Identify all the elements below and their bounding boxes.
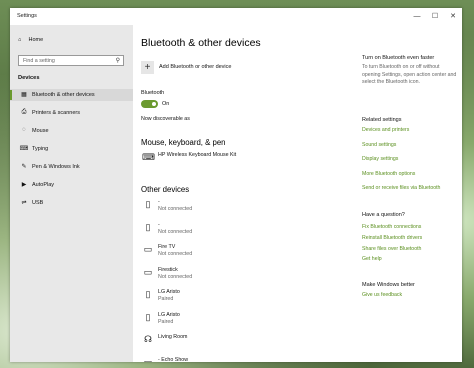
printer-icon: ⎙	[21, 109, 27, 115]
close-button[interactable]: ✕	[446, 11, 460, 22]
device-name: HP Wireless Keyboard Mouse Kit	[158, 152, 237, 158]
help-link[interactable]: Fix Bluetooth connections	[362, 224, 421, 230]
help-link[interactable]: Share files over Bluetooth	[362, 246, 421, 252]
device-status: Not connected	[158, 206, 193, 212]
sidebar-item[interactable]: ⎙ Printers & scanners	[10, 107, 133, 119]
device-name: -	[158, 199, 160, 205]
help-link[interactable]: Get help	[362, 256, 382, 262]
device-name: -	[158, 221, 160, 228]
device-icon: ▯	[145, 221, 151, 232]
sidebar-item[interactable]: ◌ Mouse	[10, 125, 133, 137]
device-icon: ▭	[143, 266, 153, 277]
related-settings-link[interactable]: Display settings	[362, 156, 398, 162]
device-icon: ☊	[144, 334, 152, 344]
minimize-button[interactable]: —	[410, 11, 424, 22]
device-item[interactable]: ▯ - Not connected	[141, 221, 311, 241]
related-settings-link[interactable]: Devices and printers	[362, 127, 409, 133]
device-status: Not connected	[158, 273, 193, 280]
device-item[interactable]: ▭ Fire TV Not connected	[141, 243, 311, 263]
mouse-icon: ◌	[22, 127, 26, 133]
related-settings-link[interactable]: Send or receive files via Bluetooth	[362, 185, 440, 191]
related-settings-link[interactable]: Sound settings	[362, 142, 396, 148]
device-icon: ▭	[143, 244, 153, 254]
plus-icon: +	[141, 61, 154, 74]
sidebar-home[interactable]: ⌂ Home	[18, 37, 43, 43]
sidebar-item[interactable]: ▦ Bluetooth & other devices	[10, 89, 133, 101]
device-name: Fire TV	[158, 244, 176, 250]
sidebar-item-label: Typing	[32, 146, 49, 152]
device-item[interactable]: ▭ - Echo Show	[141, 356, 311, 363]
feedback-heading: Make Windows better	[362, 282, 415, 288]
device-name: Firestick	[158, 266, 178, 273]
sidebar-item[interactable]: ⇌ USB	[10, 197, 133, 209]
tip-heading: Turn on Bluetooth even faster	[362, 55, 435, 61]
bluetooth-toggle[interactable]	[141, 100, 158, 108]
device-icon: ▯	[145, 199, 151, 209]
sidebar-item-label: Pen & Windows Ink	[32, 164, 80, 170]
device-name: Living Room	[158, 334, 188, 340]
device-item[interactable]: ⌨ HP Wireless Keyboard Mouse Kit	[141, 151, 311, 171]
settings-window: Settings — ☐ ✕ ⌂ Home Find a setting ⚲ D…	[10, 8, 462, 362]
device-item[interactable]: ▭ Firestick Not connected	[141, 266, 311, 286]
discoverable-text: Now discoverable as	[141, 116, 190, 122]
main-panel: Bluetooth & other devices + Add Bluetoot…	[133, 25, 462, 362]
search-input[interactable]: Find a setting ⚲	[18, 55, 124, 66]
sidebar-item[interactable]: ▶ AutoPlay	[10, 179, 133, 191]
device-icon: ▯	[145, 289, 151, 299]
sidebar-item-label: AutoPlay	[32, 182, 55, 188]
device-status: Not connected	[158, 251, 193, 257]
sidebar-item-label: USB	[32, 200, 44, 206]
sidebar-item[interactable]: ⌨ Typing	[10, 143, 133, 155]
device-icon: ▯	[145, 311, 151, 322]
device-icon: ⌨	[142, 152, 155, 162]
sidebar-item[interactable]: ✎ Pen & Windows Ink	[10, 161, 133, 173]
bluetooth-label: Bluetooth	[141, 90, 165, 96]
home-icon: ⌂	[18, 37, 22, 43]
page-title: Bluetooth & other devices	[141, 37, 261, 49]
feedback-link[interactable]: Give us feedback	[362, 292, 402, 298]
related-settings-heading: Related settings	[362, 117, 402, 123]
sidebar-section-title: Devices	[18, 75, 40, 81]
window-title: Settings	[17, 13, 37, 19]
device-status: Not connected	[158, 228, 193, 235]
question-heading: Have a question?	[362, 212, 405, 218]
other-devices-heading: Other devices	[141, 185, 190, 194]
maximize-button[interactable]: ☐	[428, 11, 442, 22]
sidebar: ⌂ Home Find a setting ⚲ Devices ▦ Bluetoo…	[10, 25, 133, 362]
tip-text: To turn Bluetooth on or off without open…	[362, 64, 457, 85]
device-item[interactable]: ▯ LG Aristo Paired	[141, 311, 311, 331]
mkp-heading: Mouse, keyboard, & pen	[141, 138, 226, 147]
device-status: Paired	[158, 296, 174, 302]
related-settings-link[interactable]: More Bluetooth options	[362, 171, 415, 177]
search-icon: ⚲	[115, 58, 120, 64]
sidebar-item-label: Bluetooth & other devices	[32, 92, 95, 98]
device-icon: ▭	[143, 356, 153, 363]
sidebar-item-label: Mouse	[32, 128, 49, 134]
usb-icon: ⇌	[21, 200, 27, 206]
help-link[interactable]: Reinstall Bluetooth drivers	[362, 235, 422, 241]
keyboard-icon: ⌨	[19, 146, 29, 152]
autoplay-icon: ▶	[21, 182, 27, 188]
bluetooth-devices-icon: ▦	[21, 92, 27, 98]
title-bar: Settings — ☐ ✕	[10, 8, 462, 25]
device-item[interactable]: ▯ - Not connected	[141, 198, 311, 218]
sidebar-item-label: Printers & scanners	[32, 110, 80, 116]
device-name: LG Aristo	[158, 289, 180, 295]
device-name: LG Aristo	[158, 311, 180, 318]
bluetooth-toggle-state: On	[162, 101, 170, 107]
device-name: - Echo Show	[158, 356, 189, 363]
device-item[interactable]: ☊ Living Room	[141, 333, 311, 353]
device-item[interactable]: ▯ LG Aristo Paired	[141, 288, 311, 308]
search-placeholder: Find a setting	[23, 58, 55, 64]
device-status: Paired	[158, 318, 174, 325]
add-device-label: Add Bluetooth or other device	[159, 64, 232, 70]
pen-icon: ✎	[21, 164, 27, 170]
sidebar-home-label: Home	[28, 37, 44, 43]
